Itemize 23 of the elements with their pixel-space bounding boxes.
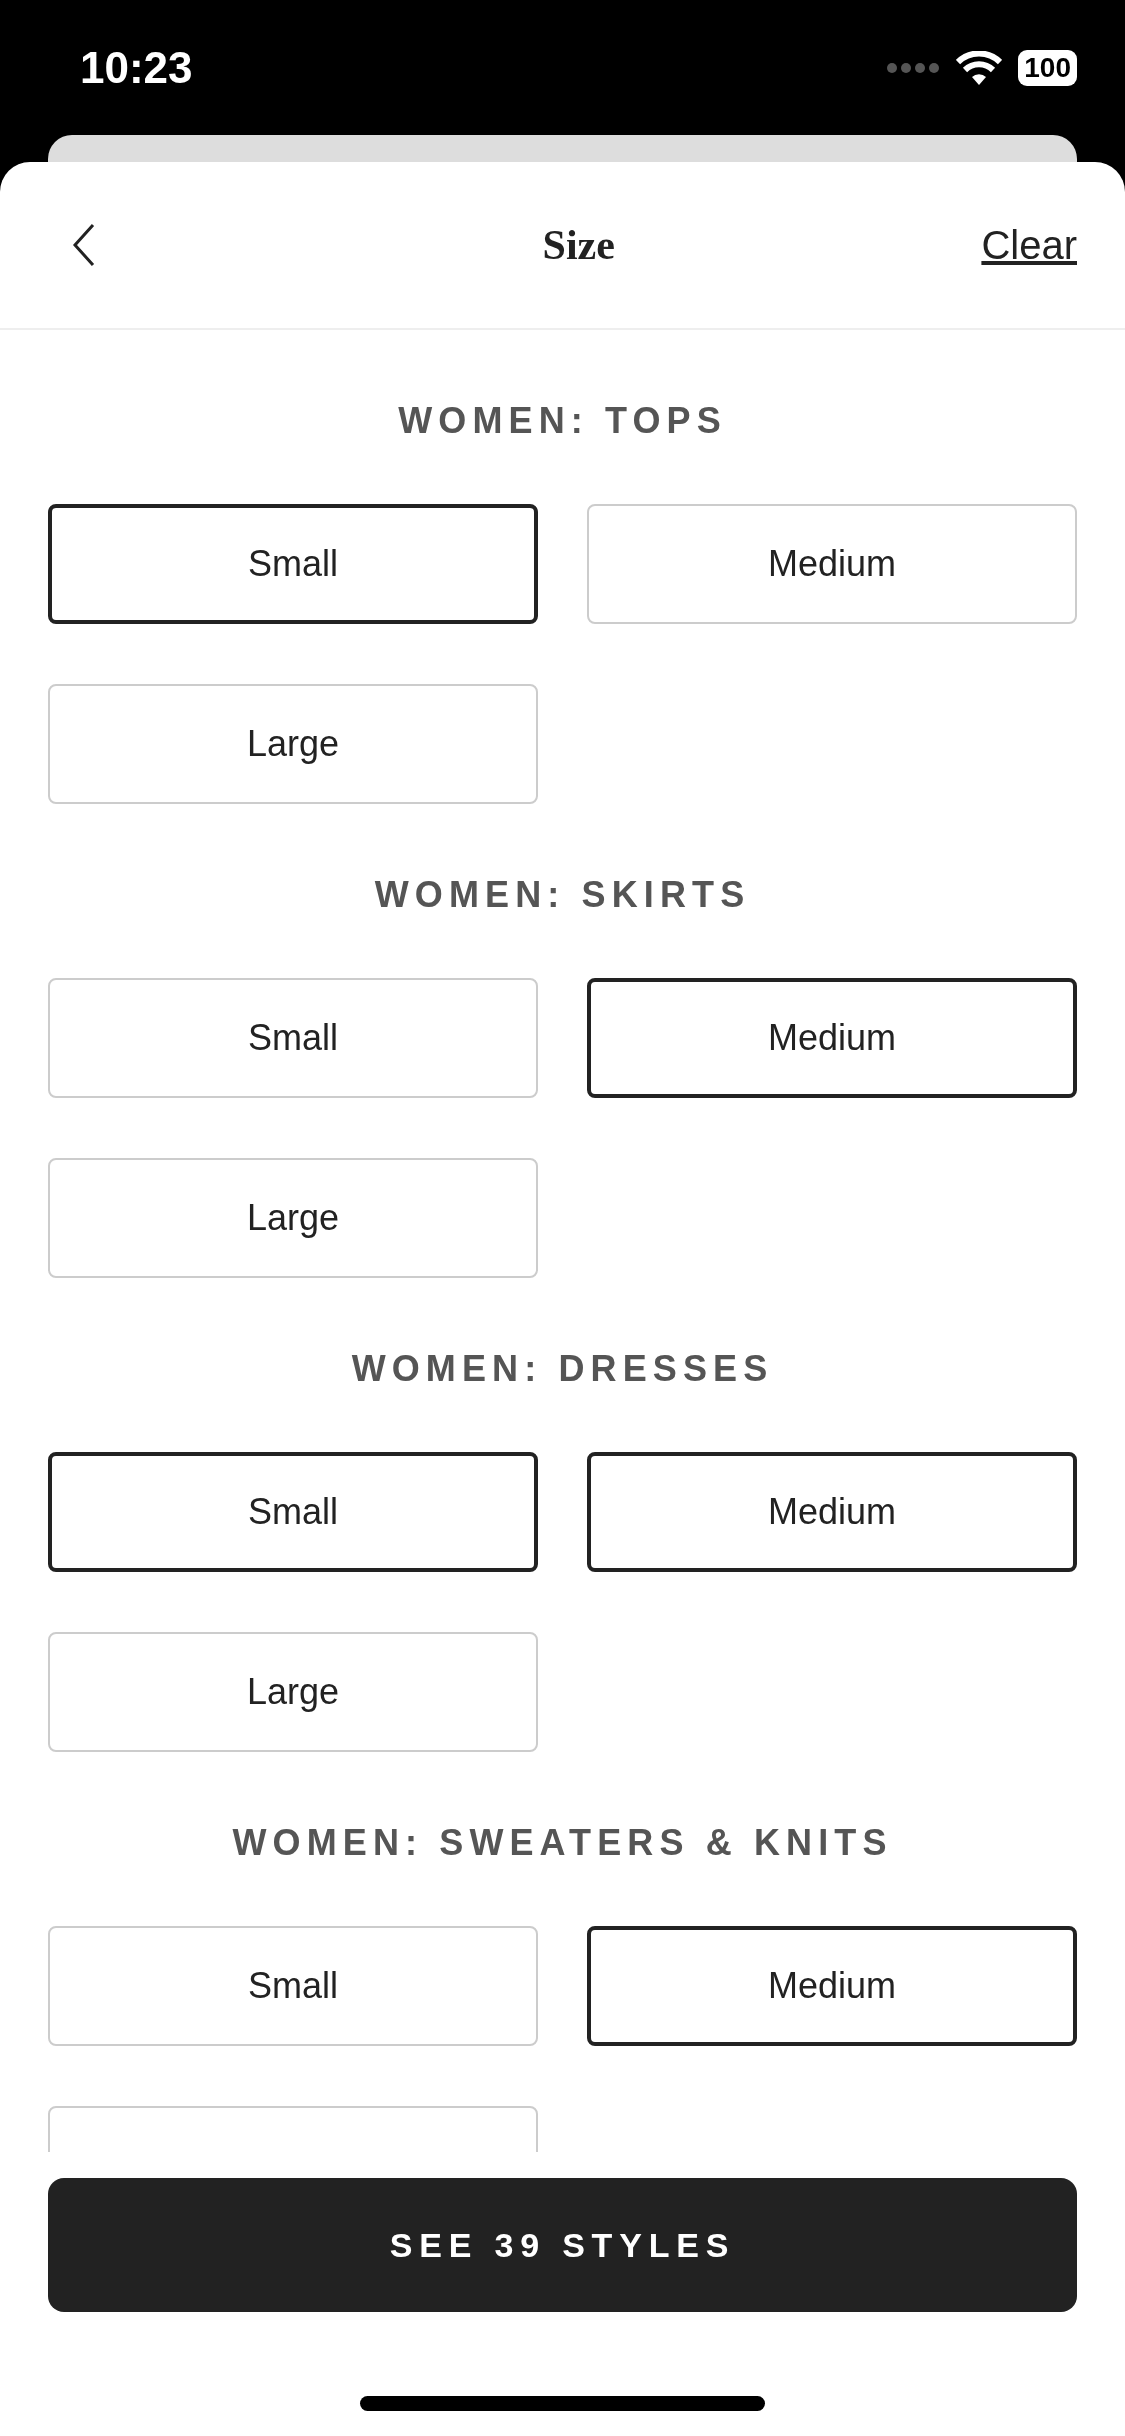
- size-option[interactable]: Small: [48, 978, 538, 1098]
- size-option[interactable]: Medium: [587, 504, 1077, 624]
- section-heading: WOMEN: SWEATERS & KNITS: [232, 1822, 893, 1864]
- size-option[interactable]: Small: [48, 1926, 538, 2046]
- size-option[interactable]: Large: [48, 1158, 538, 1278]
- battery-indicator: 100: [1018, 49, 1077, 86]
- size-option[interactable]: Medium: [587, 1926, 1077, 2046]
- wifi-icon: [956, 50, 1003, 85]
- see-styles-button[interactable]: SEE 39 STYLES: [48, 2178, 1077, 2312]
- size-option[interactable]: Large: [48, 684, 538, 804]
- signal-icon: [886, 61, 941, 74]
- size-option[interactable]: Small: [48, 504, 538, 624]
- sheet-title: Size: [542, 221, 615, 269]
- clear-link[interactable]: Clear: [981, 222, 1077, 268]
- status-time: 10:23: [80, 42, 193, 93]
- section-heading: WOMEN: DRESSES: [351, 1348, 774, 1390]
- section-heading: WOMEN: SKIRTS: [374, 874, 751, 916]
- section-heading: WOMEN: TOPS: [398, 400, 727, 442]
- size-option[interactable]: Small: [48, 1452, 538, 1572]
- size-option[interactable]: Medium: [587, 978, 1077, 1098]
- size-option[interactable]: Medium: [587, 1452, 1077, 1572]
- back-icon[interactable]: [72, 223, 96, 267]
- size-option[interactable]: Large: [48, 1632, 538, 1752]
